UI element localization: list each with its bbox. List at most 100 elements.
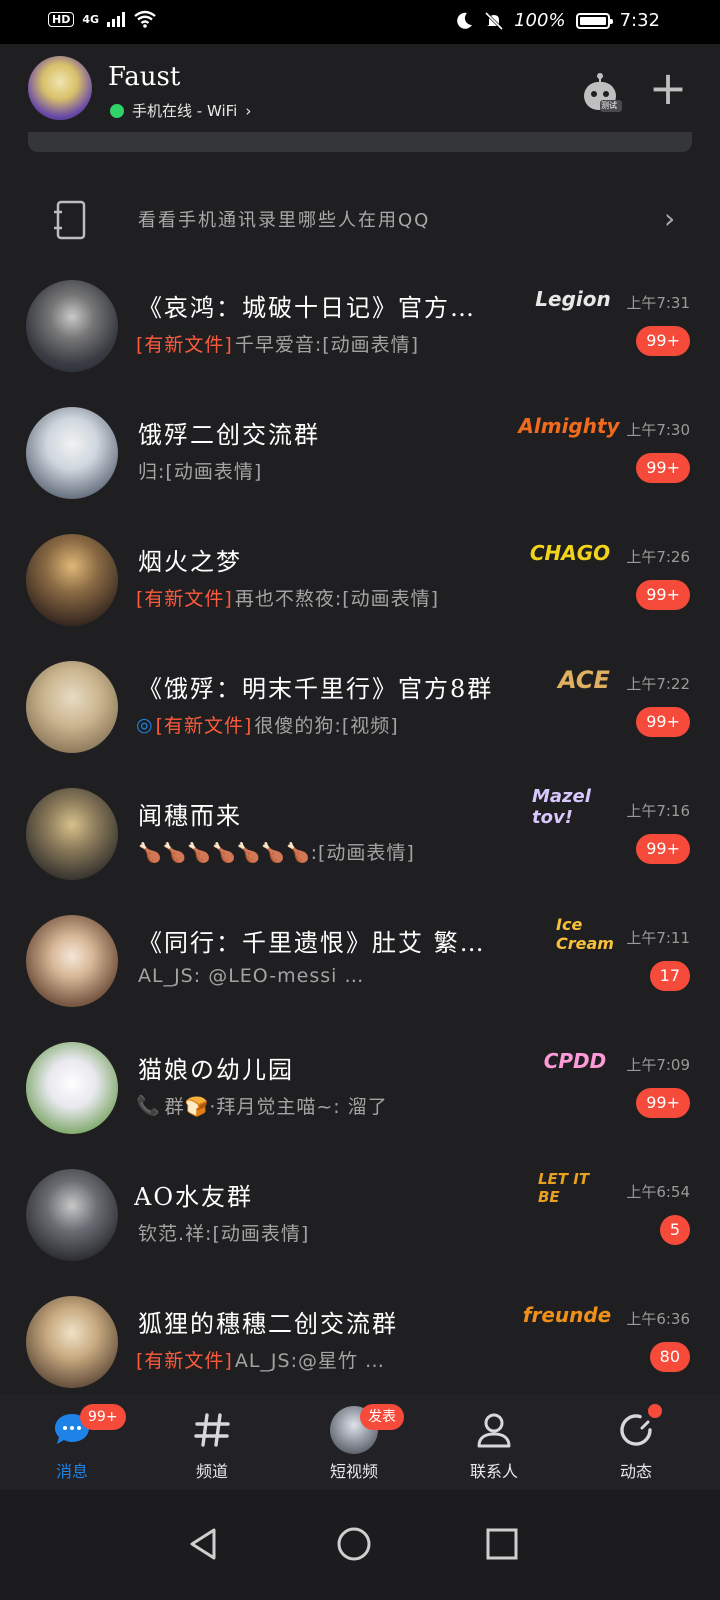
tab-label: 联系人: [469, 1462, 518, 1481]
tab-label: 动态: [619, 1462, 652, 1481]
conversation-row[interactable]: AO水友群 LET IT BE 上午6:54 钦范.祥:[动画表情] 5: [0, 1151, 720, 1278]
back-icon[interactable]: [184, 1524, 224, 1564]
conversation-row[interactable]: 烟火之梦 CHAGO 上午7:26 [有新文件] 再也不熬夜:[动画表情] 99+: [0, 516, 720, 643]
group-avatar: [26, 280, 118, 372]
conversation-time: 上午7:11: [626, 929, 690, 947]
conversation-title: 《同行：千里遗恨》肚艾 繁…: [138, 929, 486, 957]
unread-badge: 99+: [636, 580, 690, 610]
address-book-icon: [54, 200, 86, 240]
add-button[interactable]: +: [648, 65, 688, 111]
level-brand-badge: Ice Cream: [556, 915, 614, 953]
conversation-title: 猫娘の幼儿园: [138, 1056, 294, 1084]
conversation-title: AO水友群: [134, 1183, 254, 1211]
level-brand-badge: freunde: [522, 1303, 612, 1327]
target-icon: ◎: [136, 713, 154, 736]
new-file-tag: [有新文件]: [136, 1350, 233, 1372]
hd-icon: HD: [48, 11, 75, 27]
level-brand-badge: ACE: [558, 666, 610, 694]
battery-icon: [575, 12, 613, 29]
conversation-preview: [有新文件] 再也不熬夜:[动画表情]: [136, 584, 546, 611]
conversation-preview: AL_JS: @LEO-messi …: [136, 965, 546, 987]
level-brand-badge: CHAGO: [529, 541, 611, 565]
level-brand-badge: CPDD: [543, 1049, 607, 1073]
conversation-row[interactable]: 《哀鸿：城破十日记》官方… Legion 上午7:31 [有新文件] 千早爱音:[…: [0, 262, 720, 389]
unread-badge: 17: [649, 961, 690, 991]
conversation-time: 上午7:22: [626, 675, 690, 693]
preview-text: AL_JS:@星竹 …: [234, 1350, 386, 1372]
unread-badge: 99+: [636, 834, 690, 864]
bottom-tab-bar: 99+ 消息 频道 发表 短视频 联系人 动态: [0, 1394, 720, 1490]
tab-channels[interactable]: 频道: [162, 1408, 262, 1482]
home-icon[interactable]: [334, 1524, 374, 1564]
bot-badge-label: 测试: [601, 101, 617, 110]
preview-text: 千早爱音:[动画表情]: [234, 334, 420, 356]
network-type: 4G: [82, 12, 100, 26]
preview-text: 归:[动画表情]: [138, 461, 263, 483]
online-dot-icon: [110, 103, 124, 118]
status-left: HD 4G: [48, 10, 157, 28]
group-avatar: [26, 407, 118, 499]
unread-badge: 99+: [636, 707, 690, 737]
conversation-row[interactable]: 《同行：千里遗恨》肚艾 繁… Ice Cream 上午7:11 AL_JS: @…: [0, 897, 720, 1024]
wifi-icon: [134, 10, 156, 28]
status-right: 100% 7:32: [454, 10, 660, 31]
unread-badge: 99+: [636, 1088, 690, 1118]
preview-text: 🍗🍗🍗🍗🍗🍗🍗:[动画表情]: [138, 842, 415, 864]
person-icon: [477, 1413, 511, 1448]
conversation-title: 《饿殍：明末千里行》官方8群: [138, 675, 494, 703]
tab-messages[interactable]: 99+ 消息: [22, 1404, 126, 1482]
conversation-row[interactable]: 闻穗而来 Mazel tov! 上午7:16 🍗🍗🍗🍗🍗🍗🍗:[动画表情] 99…: [0, 770, 720, 897]
conversation-title: 闻穗而来: [138, 802, 242, 830]
tab-label: 频道: [195, 1462, 228, 1481]
tab-moments[interactable]: 动态: [586, 1404, 686, 1482]
signal-icon: [107, 11, 126, 27]
conversation-preview: [有新文件] AL_JS:@星竹 …: [136, 1346, 546, 1373]
tab-label: 消息: [55, 1462, 88, 1481]
group-avatar: [26, 1042, 118, 1134]
conversation-time: 上午7:31: [626, 294, 690, 312]
contacts-banner[interactable]: 看看手机通讯录里哪些人在用QQ ›: [0, 180, 720, 260]
hashtag-icon: [194, 1413, 230, 1447]
conversation-time: 上午6:54: [626, 1183, 690, 1201]
search-bar[interactable]: [28, 132, 692, 152]
header: Faust 手机在线 - WiFi › 测试 +: [0, 44, 720, 140]
level-brand-badge: Almighty: [518, 414, 620, 438]
unread-badge: 99+: [636, 326, 690, 356]
user-avatar[interactable]: [28, 56, 92, 120]
conversation-row[interactable]: 狐狸的穗穗二创交流群 freunde 上午6:36 [有新文件] AL_JS:@星…: [0, 1278, 720, 1405]
recents-icon[interactable]: [482, 1524, 522, 1564]
level-brand-badge: Legion: [535, 287, 611, 311]
online-status[interactable]: 手机在线 - WiFi ›: [110, 100, 251, 121]
tab-contacts[interactable]: 联系人: [444, 1408, 544, 1482]
level-brand-badge: LET IT BE: [538, 1170, 590, 1206]
conversation-preview: 钦范.祥:[动画表情]: [136, 1219, 546, 1246]
robot-icon[interactable]: 测试: [580, 70, 624, 114]
unread-badge: 99+: [636, 453, 690, 483]
conversation-time: 上午7:09: [626, 1056, 690, 1074]
conversation-title: 《哀鸿：城破十日记》官方…: [138, 294, 476, 322]
group-avatar: [26, 788, 118, 880]
conversation-row[interactable]: 饿殍二创交流群 Almighty 上午7:30 归:[动画表情] 99+: [0, 389, 720, 516]
conversation-title: 狐狸的穗穗二创交流群: [138, 1310, 398, 1338]
new-moment-dot: [648, 1404, 662, 1418]
conversation-preview: [有新文件] 千早爱音:[动画表情]: [136, 330, 546, 357]
user-name[interactable]: Faust: [108, 62, 180, 92]
conversation-row[interactable]: 《饿殍：明末千里行》官方8群 ACE 上午7:22 ◎ [有新文件] 很傻的狗:[视…: [0, 643, 720, 770]
moon-icon: [457, 12, 473, 29]
post-badge: 发表: [360, 1404, 404, 1430]
preview-text: 再也不熬夜:[动画表情]: [234, 588, 440, 610]
conversation-preview: ◎ [有新文件] 很傻的狗:[视频]: [136, 711, 546, 738]
chevron-right-icon: ›: [664, 202, 676, 235]
preview-text: AL_JS: @LEO-messi …: [138, 965, 365, 987]
conversation-list: 《哀鸿：城破十日记》官方… Legion 上午7:31 [有新文件] 千早爱音:[…: [0, 262, 720, 1405]
system-nav-bar: [0, 1490, 720, 1600]
conversation-preview: 🍗🍗🍗🍗🍗🍗🍗:[动画表情]: [136, 838, 546, 865]
group-avatar: [26, 534, 118, 626]
tab-short-video[interactable]: 发表 短视频: [304, 1404, 404, 1482]
conversation-time: 上午7:26: [626, 548, 690, 566]
clock: 7:32: [619, 10, 660, 31]
mute-bell-icon: [485, 11, 504, 30]
new-file-tag: [有新文件]: [136, 588, 233, 610]
conversation-row[interactable]: 猫娘の幼儿园 CPDD 上午7:09 📞 群🍞·拜月觉主喵~: 溜了 99+: [0, 1024, 720, 1151]
group-avatar: [26, 1169, 118, 1261]
